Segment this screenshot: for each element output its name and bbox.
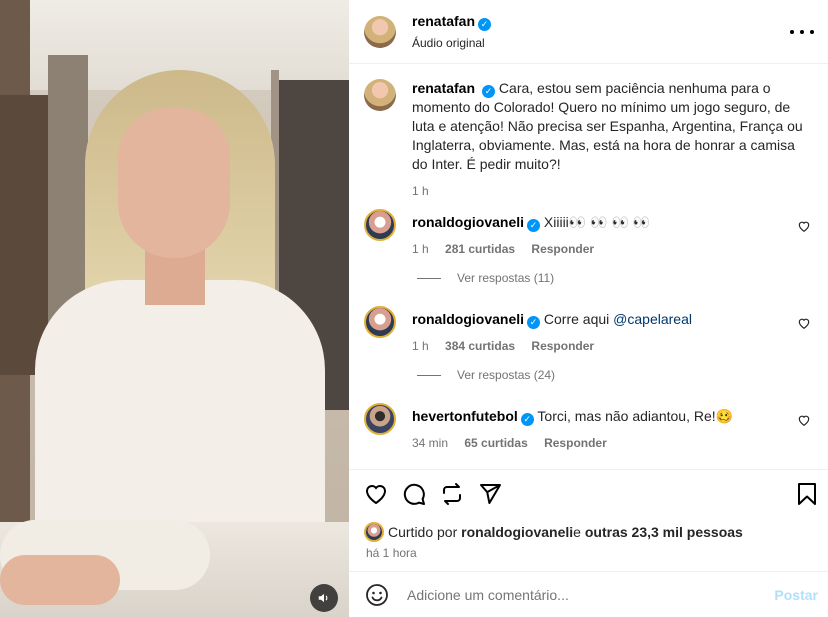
like-comment-heart-icon[interactable] xyxy=(797,413,811,427)
comment-likes[interactable]: 281 curtidas xyxy=(445,242,515,256)
verified-badge-icon: ✓ xyxy=(520,413,534,426)
add-comment-bar: Postar xyxy=(349,571,828,617)
post-actions: Curtido por ronaldogiovaneli e outras 23… xyxy=(349,469,828,571)
author-avatar[interactable] xyxy=(364,15,396,48)
verified-badge-icon: ✓ xyxy=(527,219,541,232)
post-header: renatafan ✓ Áudio original xyxy=(349,0,828,64)
repost-icon[interactable] xyxy=(440,482,464,506)
comment-time[interactable]: 1 h xyxy=(412,242,429,256)
comment-likes[interactable]: 384 curtidas xyxy=(445,339,515,353)
sound-toggle-button[interactable] xyxy=(310,584,338,612)
like-heart-icon[interactable] xyxy=(364,482,388,506)
verified-badge-icon: ✓ xyxy=(527,316,541,329)
background-cabinet xyxy=(0,95,48,375)
replies-divider xyxy=(417,374,441,376)
post-panel: renatafan ✓ Áudio original renatafan ✓ Car… xyxy=(349,0,828,617)
dot-icon xyxy=(810,30,814,34)
comment-time[interactable]: 34 min xyxy=(412,436,448,450)
post-media[interactable] xyxy=(0,0,349,617)
comment-likes[interactable]: 65 curtidas xyxy=(464,436,527,450)
replies-divider xyxy=(417,277,441,279)
comment-item: ronaldogiovaneli ✓ Xiiiii👀 👀 👀 👀 1 h 281 … xyxy=(364,209,819,259)
save-bookmark-icon[interactable] xyxy=(796,482,818,506)
share-paper-plane-icon[interactable] xyxy=(478,482,502,506)
emoji-icon[interactable] xyxy=(365,583,389,607)
comments-list[interactable]: renatafan ✓ Cara, estou sem paciência nen… xyxy=(349,65,828,469)
caption-avatar[interactable] xyxy=(364,79,396,111)
view-replies-label: Ver respostas (11) xyxy=(457,271,555,285)
reply-button[interactable]: Responder xyxy=(531,339,594,353)
liker-avatar xyxy=(364,522,384,542)
reply-button[interactable]: Responder xyxy=(544,436,607,450)
caption-username[interactable]: renatafan xyxy=(412,80,475,96)
commenter-avatar[interactable] xyxy=(364,306,396,338)
person-face xyxy=(118,108,230,258)
comment-text: Corre aqui xyxy=(543,311,614,327)
comment-text: Torci, mas não adiantou, Re!🥴 xyxy=(537,408,734,424)
person-hand xyxy=(0,555,120,605)
comment-input[interactable] xyxy=(407,586,775,603)
volume-icon xyxy=(318,593,328,603)
commenter-username[interactable]: hevertonfutebol xyxy=(412,408,518,424)
likes-prefix: Curtido por xyxy=(388,524,458,540)
view-replies-label: Ver respostas (24) xyxy=(457,368,556,382)
view-replies-button[interactable]: Ver respostas (11) xyxy=(417,271,554,285)
commenter-avatar[interactable] xyxy=(364,209,396,241)
comment-text: Xiiiii👀 👀 👀 👀 xyxy=(543,214,651,230)
comment-bubble-icon[interactable] xyxy=(402,482,426,506)
dot-icon xyxy=(790,30,794,34)
verified-badge-icon: ✓ xyxy=(478,18,492,31)
dot-icon xyxy=(800,30,804,34)
verified-badge-icon: ✓ xyxy=(482,85,496,98)
like-comment-heart-icon[interactable] xyxy=(797,316,811,330)
commenter-avatar[interactable] xyxy=(364,403,396,435)
commenter-username[interactable]: ronaldogiovaneli xyxy=(412,311,524,327)
post-caption: renatafan ✓ Cara, estou sem paciência nen… xyxy=(364,79,814,201)
comment-time[interactable]: 1 h xyxy=(412,339,429,353)
comment-item: ronaldogiovaneli ✓ Corre aqui @capelareal… xyxy=(364,306,819,356)
likes-middle: e xyxy=(573,524,581,540)
comment-item: hevertonfutebol ✓ Torci, mas não adiantou… xyxy=(364,403,819,453)
reply-button[interactable]: Responder xyxy=(531,242,594,256)
mention-link[interactable]: @capelareal xyxy=(613,311,692,327)
likes-summary[interactable]: Curtido por ronaldogiovaneli e outras 23… xyxy=(364,522,743,542)
like-comment-heart-icon[interactable] xyxy=(797,219,811,233)
more-options-button[interactable] xyxy=(790,22,814,42)
audio-label[interactable]: Áudio original xyxy=(412,36,491,50)
view-replies-button[interactable]: Ver respostas (24) xyxy=(417,368,555,382)
commenter-username[interactable]: ronaldogiovaneli xyxy=(412,214,524,230)
post-time[interactable]: há 1 hora xyxy=(366,546,417,560)
liker-username[interactable]: ronaldogiovaneli xyxy=(461,524,573,540)
author-username[interactable]: renatafan xyxy=(412,13,475,29)
caption-time[interactable]: 1 h xyxy=(412,184,429,198)
likes-others[interactable]: outras 23,3 mil pessoas xyxy=(585,524,743,540)
post-comment-button[interactable]: Postar xyxy=(774,587,818,603)
